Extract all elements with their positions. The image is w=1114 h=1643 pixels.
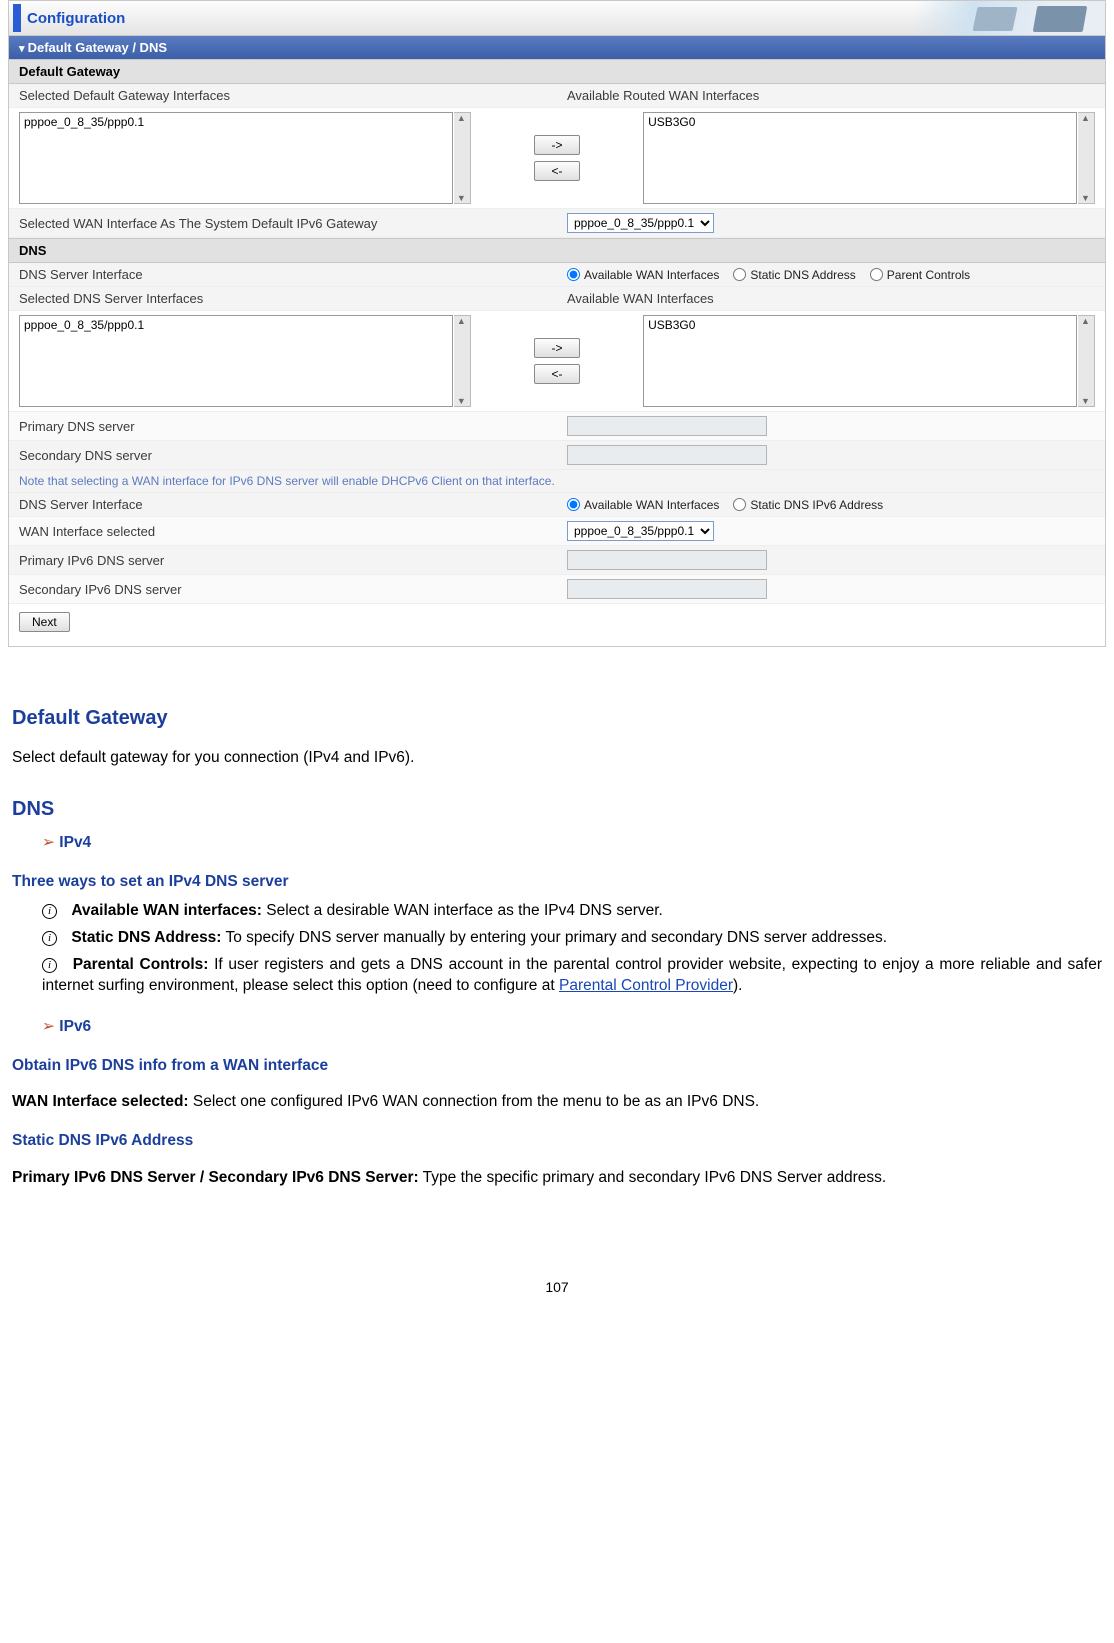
secondary-v6-dns-input[interactable] xyxy=(567,579,767,599)
radio-input[interactable] xyxy=(567,268,580,281)
heading-dns: DNS xyxy=(12,796,1102,823)
wan-iface-selected-label: WAN Interface selected xyxy=(9,520,557,543)
dns-columns-header: Selected DNS Server Interfaces Available… xyxy=(9,287,1105,311)
primary-v6-dns-input[interactable] xyxy=(567,550,767,570)
documentation-body: Default Gateway Select default gateway f… xyxy=(8,647,1106,1189)
secondary-v6-dns-label: Secondary IPv6 DNS server xyxy=(9,578,557,601)
para-static-ipv6: Primary IPv6 DNS Server / Secondary IPv6… xyxy=(12,1168,1102,1189)
subheading-ipv6: IPv6 xyxy=(42,1017,1102,1038)
radio-input[interactable] xyxy=(567,498,580,511)
ipv6-gw-select[interactable]: pppoe_0_8_35/ppp0.1 xyxy=(567,213,714,233)
radio-static-dns-v4[interactable]: Static DNS Address xyxy=(733,268,855,282)
list-item: i Parental Controls: If user registers a… xyxy=(42,955,1102,997)
next-button[interactable]: Next xyxy=(19,612,70,632)
radio-static-dns-v6[interactable]: Static DNS IPv6 Address xyxy=(733,498,883,512)
gw-transfer-row: pppoe_0_8_35/ppp0.1 -> <- USB3G0 xyxy=(9,108,1105,209)
radio-avail-wan-v6[interactable]: Available WAN Interfaces xyxy=(567,498,719,512)
scrollbar[interactable] xyxy=(454,315,471,407)
list-item[interactable]: USB3G0 xyxy=(648,318,1072,332)
dns-v6-iface-label: DNS Server Interface xyxy=(9,493,557,516)
gw-selected-listbox[interactable]: pppoe_0_8_35/ppp0.1 xyxy=(19,112,453,204)
move-left-button[interactable]: <- xyxy=(534,364,580,384)
dns-v4-iface-label: DNS Server Interface xyxy=(9,263,557,286)
dns-selected-label: Selected DNS Server Interfaces xyxy=(9,287,557,310)
list-item: i Static DNS Address: To specify DNS ser… xyxy=(42,928,1102,949)
radio-input[interactable] xyxy=(870,268,883,281)
config-header: Configuration xyxy=(8,0,1106,36)
dns-available-label: Available WAN Interfaces xyxy=(557,287,1105,310)
radio-parent-controls[interactable]: Parent Controls xyxy=(870,268,970,282)
gw-available-listbox[interactable]: USB3G0 xyxy=(643,112,1077,204)
heading-default-gateway: Default Gateway xyxy=(12,705,1102,732)
scrollbar[interactable] xyxy=(1078,112,1095,204)
ipv6-wan-select[interactable]: pppoe_0_8_35/ppp0.1 xyxy=(567,521,714,541)
gw-selected-label: Selected Default Gateway Interfaces xyxy=(9,84,557,107)
dns-transfer-row: pppoe_0_8_35/ppp0.1 -> <- USB3G0 xyxy=(9,311,1105,412)
header-accent-bar xyxy=(13,4,21,32)
scrollbar[interactable] xyxy=(1078,315,1095,407)
parental-control-provider-link[interactable]: Parental Control Provider xyxy=(559,977,733,994)
radio-avail-wan-v4[interactable]: Available WAN Interfaces xyxy=(567,268,719,282)
info-icon: i xyxy=(42,931,57,946)
scrollbar[interactable] xyxy=(454,112,471,204)
header-banner-image xyxy=(915,1,1105,35)
list-item[interactable]: pppoe_0_8_35/ppp0.1 xyxy=(24,318,448,332)
gateway-dns-panel: Default Gateway / DNS Default Gateway Se… xyxy=(8,36,1106,647)
primary-dns-label: Primary DNS server xyxy=(9,415,557,438)
info-icon: i xyxy=(42,904,57,919)
primary-dns-input[interactable] xyxy=(567,416,767,436)
heading-obtain-ipv6: Obtain IPv6 DNS info from a WAN interfac… xyxy=(12,1056,1102,1077)
panel-title[interactable]: Default Gateway / DNS xyxy=(9,36,1105,59)
para-gw: Select default gateway for you connectio… xyxy=(12,748,1102,769)
secondary-dns-input[interactable] xyxy=(567,445,767,465)
dns-selected-listbox[interactable]: pppoe_0_8_35/ppp0.1 xyxy=(19,315,453,407)
ipv6-note: Note that selecting a WAN interface for … xyxy=(9,470,1105,493)
secondary-dns-label: Secondary DNS server xyxy=(9,444,557,467)
info-icon: i xyxy=(42,958,57,973)
radio-input[interactable] xyxy=(733,498,746,511)
list-item[interactable]: pppoe_0_8_35/ppp0.1 xyxy=(24,115,448,129)
move-right-button[interactable]: -> xyxy=(534,135,580,155)
gw-columns-header: Selected Default Gateway Interfaces Avai… xyxy=(9,84,1105,108)
page-number: 107 xyxy=(8,1279,1106,1295)
move-right-button[interactable]: -> xyxy=(534,338,580,358)
section-dns: DNS xyxy=(9,238,1105,263)
ipv6-gw-label: Selected WAN Interface As The System Def… xyxy=(9,212,557,235)
move-left-button[interactable]: <- xyxy=(534,161,580,181)
radio-input[interactable] xyxy=(733,268,746,281)
heading-static-ipv6: Static DNS IPv6 Address xyxy=(12,1131,1102,1152)
page-title: Configuration xyxy=(27,10,125,27)
gw-available-label: Available Routed WAN Interfaces xyxy=(557,84,1105,107)
subheading-ipv4: IPv4 xyxy=(42,833,1102,854)
list-item[interactable]: USB3G0 xyxy=(648,115,1072,129)
primary-v6-dns-label: Primary IPv6 DNS server xyxy=(9,549,557,572)
para-wan-selected: WAN Interface selected: Select one confi… xyxy=(12,1092,1102,1113)
dns-available-listbox[interactable]: USB3G0 xyxy=(643,315,1077,407)
section-default-gateway: Default Gateway xyxy=(9,59,1105,84)
heading-three-ways: Three ways to set an IPv4 DNS server xyxy=(12,872,1102,893)
list-item: i Available WAN interfaces: Select a des… xyxy=(42,901,1102,922)
